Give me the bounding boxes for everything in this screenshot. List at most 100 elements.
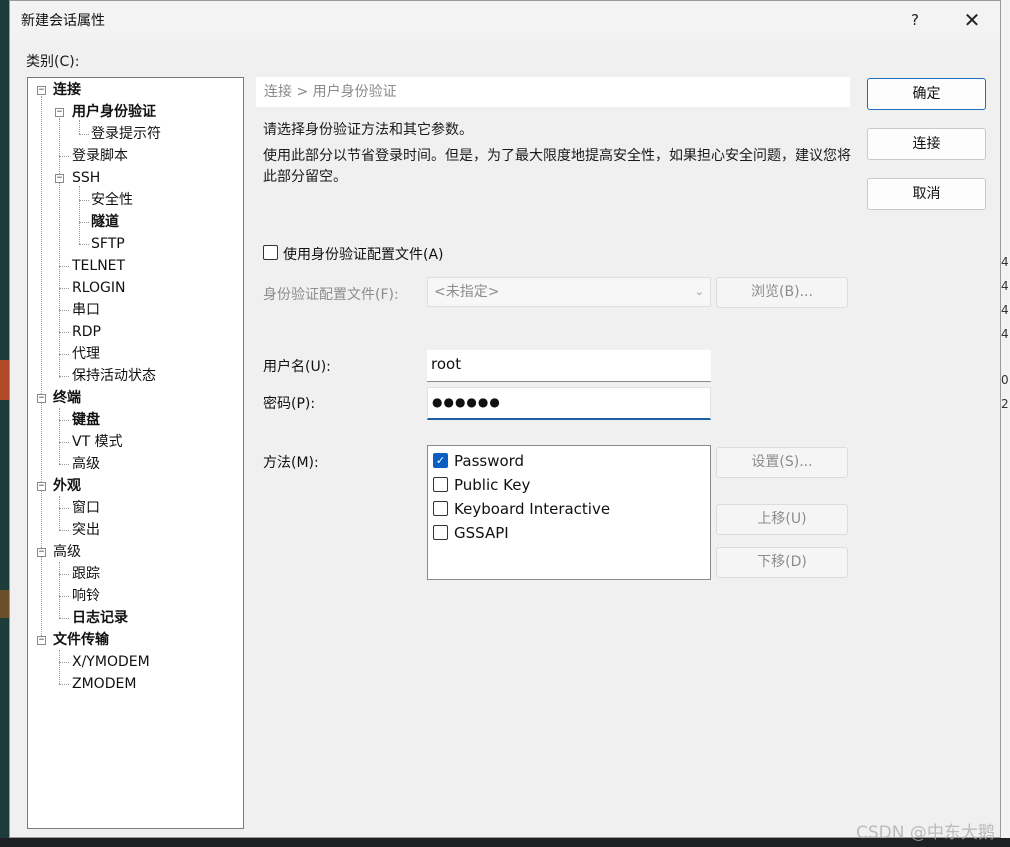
profile-label: 身份验证配置文件(F):: [263, 287, 399, 303]
tree-item-bell[interactable]: 响铃: [72, 586, 100, 606]
tree-item-trace[interactable]: 跟踪: [72, 564, 100, 584]
tree-expander-icon[interactable]: −: [37, 482, 46, 491]
background-text: 4: [1001, 255, 1009, 269]
tree-item-ssh[interactable]: SSH: [72, 168, 100, 188]
tree-item-telnet[interactable]: TELNET: [72, 256, 125, 276]
tree-item-security[interactable]: 安全性: [91, 190, 133, 210]
tree-item-sftp[interactable]: SFTP: [91, 234, 125, 254]
help-button[interactable]: ?: [898, 5, 932, 35]
tree-expander-icon[interactable]: −: [37, 636, 46, 645]
tree-item-connection[interactable]: 连接: [53, 80, 81, 100]
tree-connector: [59, 496, 60, 530]
tree-connector: [59, 442, 69, 443]
tree-connector: [79, 134, 89, 135]
breadcrumb: 连接 > 用户身份验证: [256, 77, 850, 107]
tree-connector: [59, 574, 69, 575]
tree-item-logging[interactable]: 日志记录: [72, 608, 128, 628]
profile-select[interactable]: <未指定> ⌄: [427, 277, 711, 307]
profile-select-value: <未指定>: [434, 284, 500, 300]
background-text: 0: [1001, 373, 1009, 387]
method-item-label: GSSAPI: [454, 524, 509, 542]
tree-connector: [79, 222, 89, 223]
password-label: 密码(P):: [263, 396, 316, 412]
title-bar[interactable]: 新建会话属性 ? ✕: [10, 1, 1000, 39]
tree-expander-icon[interactable]: −: [55, 108, 64, 117]
tree-item-serial[interactable]: 串口: [72, 300, 100, 320]
category-label: 类别(C):: [26, 54, 80, 70]
method-item-label: Public Key: [454, 476, 531, 494]
tree-connector: [59, 266, 69, 267]
tree-item-appearance[interactable]: 外观: [53, 476, 81, 496]
tree-connector: [79, 120, 80, 134]
tree-connector: [59, 596, 69, 597]
method-item-label: Password: [454, 452, 525, 470]
tree-connector: [59, 118, 60, 378]
tree-connector: [79, 200, 89, 201]
gssapi-method-checkbox[interactable]: [433, 525, 448, 540]
watermark: CSDN @中东大鹅: [856, 823, 995, 843]
browse-button[interactable]: 浏览(B)...: [716, 277, 848, 308]
keyboard-interactive-method-checkbox[interactable]: [433, 501, 448, 516]
tree-item-tunnels[interactable]: 隧道: [91, 212, 119, 232]
tree-item-zmodem[interactable]: ZMODEM: [72, 674, 136, 694]
dialog-title: 新建会话属性: [21, 13, 105, 29]
tree-item-vt-mode[interactable]: VT 模式: [72, 432, 123, 452]
tree-connector: [59, 684, 69, 685]
password-field[interactable]: ●●●●●●: [427, 387, 711, 420]
description-text: 请选择身份验证方法和其它参数。: [263, 122, 473, 138]
tree-expander-icon[interactable]: −: [37, 548, 46, 557]
tree-item-login-prompt[interactable]: 登录提示符: [91, 124, 161, 144]
tree-expander-icon[interactable]: −: [37, 394, 46, 403]
username-label: 用户名(U):: [263, 359, 331, 375]
background-text: 2: [1001, 397, 1009, 411]
tree-expander-icon[interactable]: −: [37, 86, 46, 95]
connect-button[interactable]: 连接: [867, 128, 986, 160]
tree-item-user-auth[interactable]: 用户身份验证: [72, 102, 156, 122]
tree-item-proxy[interactable]: 代理: [72, 344, 100, 364]
tree-connector: [59, 530, 69, 531]
tree-connector: [59, 310, 69, 311]
method-list[interactable]: ✓ Password Public Key Keyboard Interacti…: [427, 445, 711, 580]
background-text: 4: [1001, 279, 1009, 293]
description-text: 使用此部分以节省登录时间。但是，为了最大限度地提高安全性，如果担心安全问题，建议…: [263, 148, 851, 185]
move-up-button[interactable]: 上移(U): [716, 504, 848, 535]
tree-expander-icon[interactable]: −: [55, 174, 64, 183]
tree-item-login-script[interactable]: 登录脚本: [72, 146, 128, 166]
cancel-button[interactable]: 取消: [867, 178, 986, 210]
background-text: 4: [1001, 327, 1009, 341]
use-profile-label[interactable]: 使用身份验证配置文件(A): [283, 244, 444, 264]
tree-connector: [59, 650, 60, 684]
chevron-down-icon: ⌄: [694, 285, 704, 298]
tree-item-rlogin[interactable]: RLOGIN: [72, 278, 126, 298]
background-text: 4: [1001, 303, 1009, 317]
tree-connector: [59, 662, 69, 663]
tree-connector: [59, 464, 69, 465]
tree-item-terminal[interactable]: 终端: [53, 388, 81, 408]
tree-item-terminal-advanced[interactable]: 高级: [72, 454, 100, 474]
tree-connector: [79, 244, 89, 245]
tree-item-rdp[interactable]: RDP: [72, 322, 101, 342]
tree-item-keep-alive[interactable]: 保持活动状态: [72, 366, 156, 386]
username-field[interactable]: root: [427, 350, 711, 382]
close-button[interactable]: ✕: [954, 5, 990, 35]
tree-connector: [59, 288, 69, 289]
settings-button[interactable]: 设置(S)...: [716, 447, 848, 478]
category-tree[interactable]: − − − − − − − 连接 用户身份验证 登录提示符 登录脚本 SSH 安…: [27, 77, 244, 829]
use-profile-checkbox[interactable]: [263, 245, 278, 260]
tree-connector: [59, 508, 69, 509]
ok-button[interactable]: 确定: [867, 78, 986, 110]
background-window-right: 4 4 4 4 0 2: [1001, 0, 1010, 847]
tree-item-keyboard[interactable]: 键盘: [72, 410, 100, 430]
tree-item-xymodem[interactable]: X/YMODEM: [72, 652, 150, 672]
move-down-button[interactable]: 下移(D): [716, 547, 848, 578]
tree-item-highlight[interactable]: 突出: [72, 520, 100, 540]
password-method-checkbox[interactable]: ✓: [433, 453, 448, 468]
session-properties-dialog: 新建会话属性 ? ✕ 类别(C): − − − − − − − 连接 用户身份验…: [9, 0, 1001, 838]
tree-item-file-transfer[interactable]: 文件传输: [53, 630, 109, 650]
public-key-method-checkbox[interactable]: [433, 477, 448, 492]
tree-item-window[interactable]: 窗口: [72, 498, 100, 518]
tree-connector: [59, 332, 69, 333]
tree-connector: [59, 420, 69, 421]
tree-item-advanced[interactable]: 高级: [53, 542, 81, 562]
tree-connector: [79, 186, 80, 244]
